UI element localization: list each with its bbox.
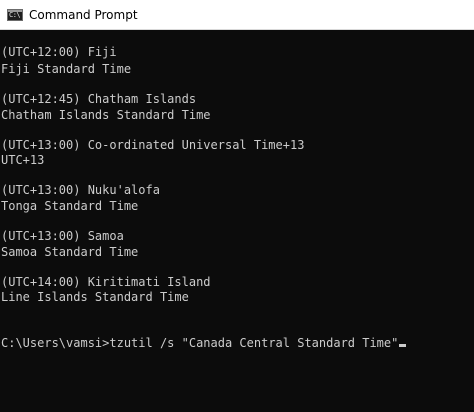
title-bar[interactable]: C:\ Command Prompt [0, 0, 474, 30]
console-line: (UTC+14:00) Kiritimati Island [1, 275, 211, 289]
command-input[interactable]: tzutil /s "Canada Central Standard Time" [109, 336, 398, 350]
console-area[interactable]: (UTC+12:00) Fiji Fiji Standard Time (UTC… [0, 30, 474, 412]
cmd-icon-glyph: C:\ [9, 11, 21, 19]
console-line: (UTC+13:00) Samoa [1, 229, 124, 243]
console-line: Line Islands Standard Time [1, 290, 189, 304]
console-line: (UTC+12:45) Chatham Islands [1, 92, 197, 106]
console-line: Samoa Standard Time [1, 245, 139, 259]
prompt-path: C:\Users\vamsi> [1, 336, 110, 350]
command-prompt-window: C:\ Command Prompt (UTC+12:00) Fiji Fiji… [0, 0, 474, 412]
command-line[interactable]: C:\Users\vamsi>tzutil /s "Canada Central… [1, 335, 407, 351]
console-line: Chatham Islands Standard Time [1, 108, 211, 122]
console-line: (UTC+13:00) Co-ordinated Universal Time+… [1, 138, 305, 152]
cmd-icon: C:\ [7, 9, 23, 21]
text-cursor [399, 344, 407, 347]
console-line: (UTC+13:00) Nuku'alofa [1, 183, 160, 197]
console-line: Fiji Standard Time [1, 62, 132, 76]
console-line: UTC+13 [1, 153, 45, 167]
console-line: Tonga Standard Time [1, 199, 139, 213]
console-line: (UTC+12:00) Fiji [1, 45, 117, 59]
window-title: Command Prompt [29, 8, 138, 22]
